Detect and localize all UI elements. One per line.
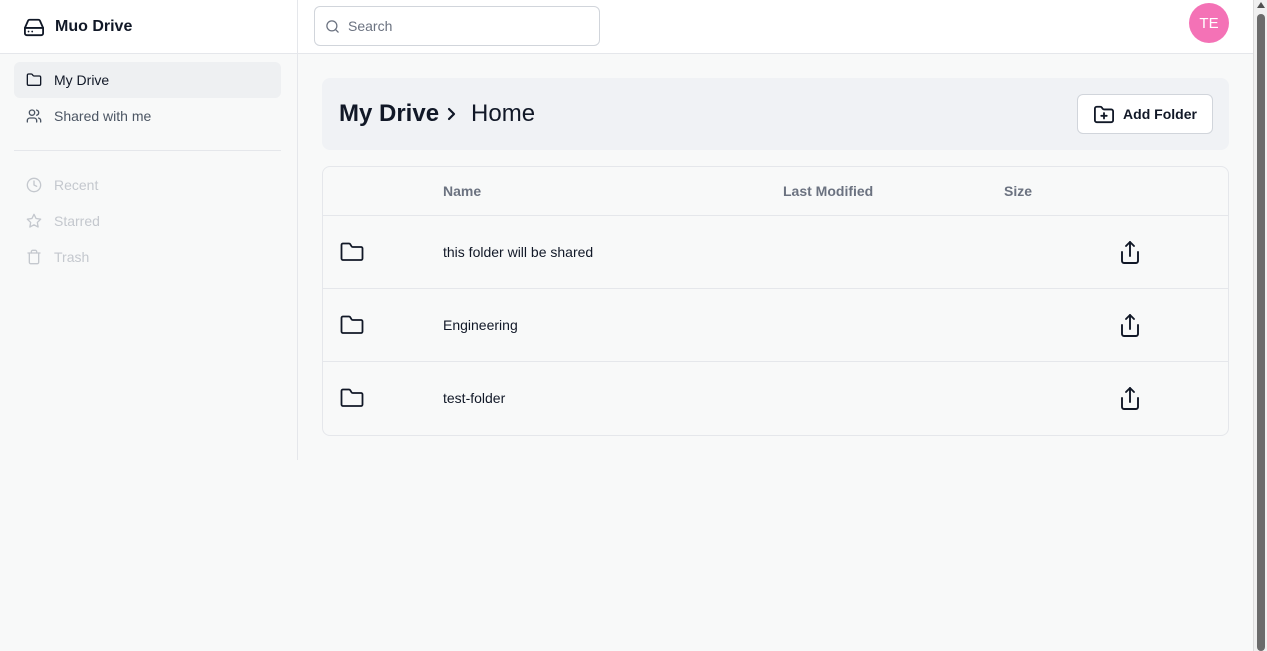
folder-plus-icon [1093,104,1115,124]
sidebar-item-label: My Drive [54,72,110,88]
table-row[interactable]: Engineering [323,289,1228,362]
sidebar-nav: My Drive Shared with me Recent Starred T… [0,54,297,275]
sidebar-item-recent[interactable]: Recent [14,167,281,203]
avatar-initials: TE [1199,14,1219,32]
sidebar-item-starred[interactable]: Starred [14,203,281,239]
table-row[interactable]: test-folder [323,362,1228,435]
share-icon[interactable] [1118,385,1142,411]
folder-icon [26,72,42,88]
sidebar-item-label: Trash [54,249,90,265]
table-header: Name Last Modified Size [323,167,1228,216]
table-row[interactable]: this folder will be shared [323,216,1228,289]
user-avatar[interactable]: TE [1189,3,1229,43]
chevron-right-icon [445,106,459,122]
folder-icon [340,241,364,263]
sidebar-item-label: Recent [54,177,99,193]
column-header-size[interactable]: Size [1004,183,1032,199]
sidebar-item-trash[interactable]: Trash [14,239,281,275]
sidebar-item-shared-with-me[interactable]: Shared with me [14,98,281,134]
share-icon[interactable] [1118,312,1142,338]
folder-icon [340,387,364,409]
add-folder-label: Add Folder [1123,106,1197,122]
file-name[interactable]: this folder will be shared [443,244,593,260]
brand[interactable]: Muo Drive [0,0,297,54]
page-header: My Drive Home Add Folder [322,78,1229,150]
file-name[interactable]: test-folder [443,390,505,406]
hard-drive-icon [23,17,45,37]
column-header-last-modified[interactable]: Last Modified [783,183,873,199]
add-folder-button[interactable]: Add Folder [1077,94,1213,134]
app-title: Muo Drive [55,17,133,35]
scroll-up-arrow-icon[interactable] [1257,2,1265,8]
scroll-thumb[interactable] [1257,14,1265,651]
breadcrumb-current: Home [471,100,536,127]
trash-icon [26,249,42,265]
sidebar-item-label: Starred [54,213,100,229]
breadcrumb-root[interactable]: My Drive [339,100,439,128]
users-icon [26,108,42,124]
top-bar: TE [298,0,1253,54]
file-name[interactable]: Engineering [443,317,518,333]
page-scrollbar[interactable] [1253,0,1267,651]
sidebar-divider [14,150,281,151]
clock-icon [26,177,42,193]
column-header-name[interactable]: Name [443,183,481,199]
files-table: Name Last Modified Size this folder will… [322,166,1229,436]
main-content: My Drive Home Add Folder Name Last Modif… [322,78,1229,436]
share-icon[interactable] [1118,239,1142,265]
sidebar: Muo Drive My Drive Shared with me Recent [0,0,298,460]
search-input[interactable] [348,18,588,34]
sidebar-item-my-drive[interactable]: My Drive [14,62,281,98]
sidebar-item-label: Shared with me [54,108,152,124]
search-box[interactable] [314,6,600,46]
star-icon [26,213,42,229]
folder-icon [340,314,364,336]
search-icon [325,19,340,34]
